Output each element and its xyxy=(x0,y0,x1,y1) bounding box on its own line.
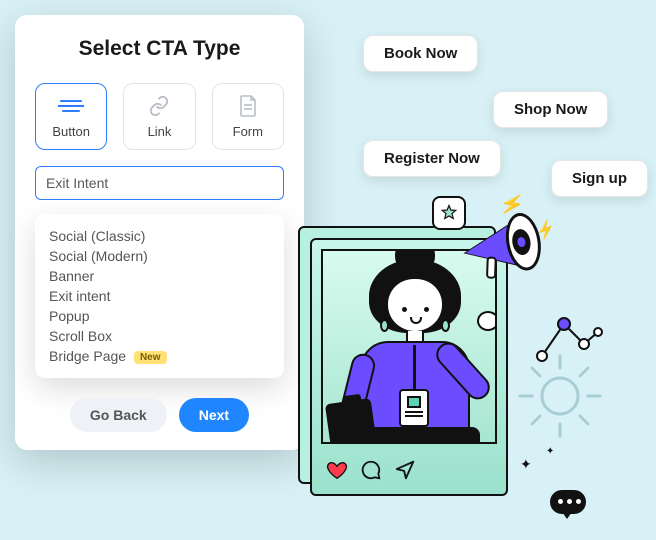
dropdown-option[interactable]: Exit intent xyxy=(49,286,270,306)
sparkle-icon: ✦ xyxy=(546,446,554,457)
network-graph-icon xyxy=(534,314,604,364)
pill-book-now[interactable]: Book Now xyxy=(363,35,478,72)
panel-title: Select CTA Type xyxy=(35,37,284,61)
cta-type-label: Button xyxy=(52,124,90,139)
pill-register-now[interactable]: Register Now xyxy=(363,140,501,177)
cta-type-link[interactable]: Link xyxy=(123,83,195,150)
dropdown-option-label: Bridge Page xyxy=(49,348,126,364)
dropdown-option[interactable]: Popup xyxy=(49,306,270,326)
dropdown-option[interactable]: Social (Modern) xyxy=(49,246,270,266)
cta-type-row: Button Link Form xyxy=(35,83,284,150)
dropdown-option[interactable]: Social (Classic) xyxy=(49,226,270,246)
heart-icon xyxy=(326,459,348,481)
cta-type-label: Form xyxy=(233,124,263,139)
form-icon xyxy=(235,96,261,116)
dropdown-option[interactable]: Bridge Page New xyxy=(49,346,270,366)
cta-type-label: Link xyxy=(148,124,172,139)
cta-variant-input[interactable] xyxy=(35,166,284,200)
cta-type-button[interactable]: Button xyxy=(35,83,107,150)
dropdown-option[interactable]: Banner xyxy=(49,266,270,286)
comment-icon xyxy=(360,459,382,481)
marketing-illustration: ⚡ ⚡ ✦ ✦ xyxy=(300,196,600,526)
megaphone-icon xyxy=(460,208,550,287)
cta-type-form[interactable]: Form xyxy=(212,83,284,150)
chat-bubble-icon xyxy=(550,490,586,514)
pill-shop-now[interactable]: Shop Now xyxy=(493,91,608,128)
button-lines-icon xyxy=(58,96,84,116)
next-button[interactable]: Next xyxy=(179,398,249,432)
pill-sign-up[interactable]: Sign up xyxy=(551,160,648,197)
sparkle-icon: ✦ xyxy=(520,456,532,473)
panel-footer: Go Back Next xyxy=(35,398,284,432)
link-icon xyxy=(146,96,172,116)
dropdown-option[interactable]: Scroll Box xyxy=(49,326,270,346)
new-badge: New xyxy=(134,351,167,364)
cta-variant-dropdown: Social (Classic) Social (Modern) Banner … xyxy=(35,214,284,378)
send-icon xyxy=(394,459,416,481)
go-back-button[interactable]: Go Back xyxy=(70,398,167,432)
cta-panel: Select CTA Type Button Link Form Social … xyxy=(15,15,304,450)
